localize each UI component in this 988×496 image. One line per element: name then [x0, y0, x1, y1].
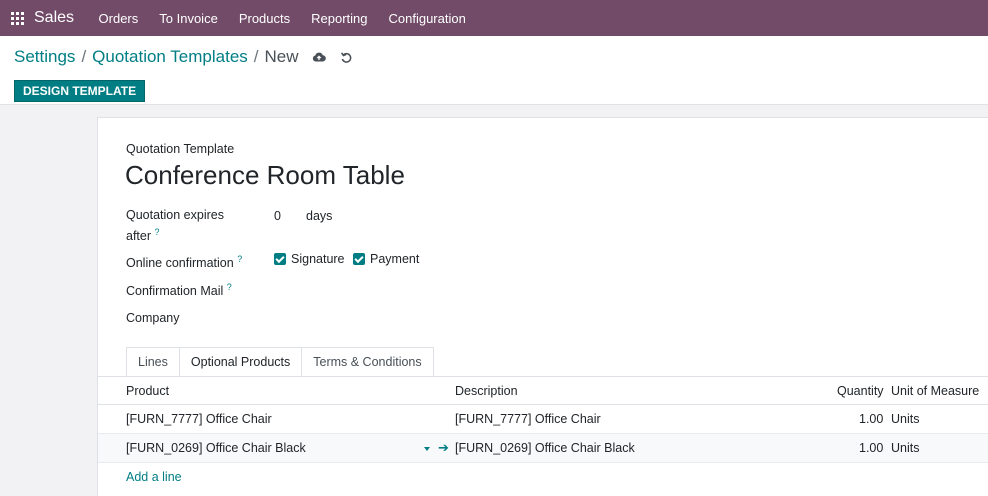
table-row[interactable]: [FURN_7777] Office Chair [FURN_7777] Off… — [98, 405, 988, 434]
row-description[interactable]: [FURN_0269] Office Chair Black — [455, 434, 635, 462]
row-uom[interactable]: Units — [891, 434, 919, 462]
add-line-link[interactable]: Add a line — [126, 470, 182, 484]
app-name[interactable]: Sales — [34, 9, 74, 27]
tab-terms-conditions[interactable]: Terms & Conditions — [301, 347, 434, 376]
row-product[interactable]: [FURN_0269] Office Chair Black — [126, 434, 306, 462]
apps-menu-icon[interactable] — [0, 0, 34, 36]
help-icon[interactable]: ? — [227, 282, 232, 292]
menu-to-invoice[interactable]: To Invoice — [149, 0, 229, 36]
menu-products[interactable]: Products — [228, 0, 300, 36]
menu-orders[interactable]: Orders — [88, 0, 149, 36]
menu-configuration[interactable]: Configuration — [378, 0, 476, 36]
payment-checkbox[interactable] — [353, 253, 365, 265]
undo-icon[interactable] — [339, 49, 355, 65]
company-label: Company — [126, 311, 180, 325]
form-sheet: Quotation Template Conference Room Table… — [97, 117, 988, 496]
notebook-tabs: Lines Optional Products Terms & Conditio… — [126, 347, 434, 376]
tab-lines[interactable]: Lines — [126, 347, 180, 376]
tab-optional-products[interactable]: Optional Products — [178, 347, 303, 376]
breadcrumb-separator: / — [253, 47, 259, 66]
expires-value-input[interactable]: 0 — [274, 209, 281, 223]
help-icon[interactable]: ? — [155, 227, 160, 237]
chevron-down-icon[interactable] — [424, 447, 430, 451]
breadcrumb: Settings / Quotation Templates / New — [14, 46, 355, 68]
arrow-right-icon[interactable]: ➔ — [438, 440, 449, 456]
help-icon[interactable]: ? — [237, 254, 242, 264]
table-header: Product Description Quantity Unit of Mea… — [98, 377, 988, 405]
header-quantity[interactable]: Quantity — [837, 377, 884, 404]
online-confirmation-label: Online confirmation ? — [126, 251, 242, 272]
row-description[interactable]: [FURN_7777] Office Chair — [455, 405, 601, 433]
breadcrumb-settings[interactable]: Settings — [14, 47, 75, 67]
control-panel: Settings / Quotation Templates / New DES… — [0, 36, 988, 105]
expires-label-line2: after — [126, 229, 152, 244]
top-navbar: Sales Orders To Invoice Products Reporti… — [0, 0, 988, 36]
confirmation-mail-label: Confirmation Mail ? — [126, 279, 232, 300]
expires-unit: days — [306, 209, 333, 223]
row-product[interactable]: [FURN_7777] Office Chair — [126, 405, 272, 433]
expires-label-line1: Quotation expires — [126, 208, 224, 222]
payment-label: Payment — [370, 252, 420, 266]
row-quantity[interactable]: 1.00 — [859, 405, 883, 433]
row-uom[interactable]: Units — [891, 405, 919, 433]
expires-label: Quotation expires after ? — [126, 207, 224, 245]
template-label: Quotation Template — [126, 142, 235, 156]
header-uom[interactable]: Unit of Measure — [891, 377, 979, 404]
template-name-input[interactable]: Conference Room Table — [125, 160, 405, 191]
breadcrumb-separator: / — [81, 47, 87, 66]
menu-reporting[interactable]: Reporting — [301, 0, 378, 36]
signature-checkbox[interactable] — [274, 253, 286, 265]
design-template-button[interactable]: DESIGN TEMPLATE — [14, 80, 146, 102]
header-description[interactable]: Description — [455, 377, 518, 404]
breadcrumb-current: New — [264, 47, 299, 66]
breadcrumb-quotation-templates[interactable]: Quotation Templates — [92, 47, 248, 67]
confirmation-mail-text: Confirmation Mail — [126, 284, 224, 299]
table-row[interactable]: [FURN_0269] Office Chair Black ➔ [FURN_0… — [98, 434, 988, 463]
header-product[interactable]: Product — [126, 377, 169, 404]
cloud-upload-icon[interactable] — [311, 49, 327, 65]
online-confirmation-text: Online confirmation — [126, 256, 234, 271]
signature-label: Signature — [291, 252, 345, 266]
row-quantity[interactable]: 1.00 — [859, 434, 883, 462]
